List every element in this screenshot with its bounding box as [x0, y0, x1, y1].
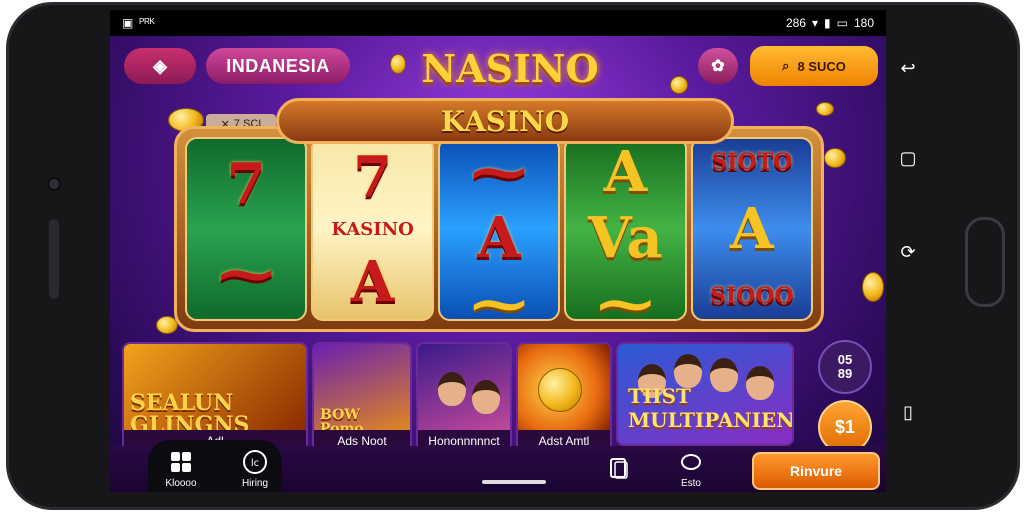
location-pin-icon: ◈ — [153, 55, 167, 76]
reel-2: 7 KASINO A — [311, 137, 434, 321]
reel-1: 7 ⁓ — [185, 137, 308, 321]
nav-label: Hiring — [241, 478, 269, 489]
chat-icon: lc — [242, 449, 268, 475]
reel-symbol: A — [477, 205, 521, 271]
status-bar: ▣ ᴾᴿᴷ 286 ▾ ▮ ▭ 180 — [110, 10, 886, 36]
nav-label: Esto — [680, 478, 701, 489]
rotate-icon[interactable]: ⟳ — [896, 240, 920, 264]
coin-decoration — [538, 368, 582, 412]
reel-4: A Va ⁓ — [564, 137, 687, 321]
signal-icon: ▮ — [824, 16, 831, 30]
side-speaker — [49, 219, 59, 299]
wifi-icon: ▾ — [811, 16, 819, 30]
dice-badge[interactable]: 05 89 — [818, 340, 872, 394]
users-icon: ✿ — [711, 58, 725, 75]
reel-symbol: 7 — [226, 151, 266, 217]
game-card[interactable]: Hononnnnnct — [416, 342, 512, 454]
nav-item-esto[interactable]: Esto — [656, 446, 726, 492]
app-screen: ▣ ᴾᴿᴷ 286 ▾ ▮ ▭ 180 ◈ INDANESIA NASINO ✿… — [110, 10, 886, 492]
coin-decoration — [670, 76, 688, 94]
game-card[interactable]: BOW Pomo Ads Noot — [312, 342, 412, 454]
home-indicator[interactable] — [482, 480, 546, 484]
reel-symbol: SIOOO — [709, 282, 794, 309]
coin-decoration — [862, 272, 884, 302]
recents-icon[interactable]: ▢ — [896, 146, 920, 170]
camera-lens — [47, 177, 61, 191]
reel-symbol: A — [730, 195, 774, 262]
coin-decoration — [816, 102, 834, 116]
coin-decoration — [390, 54, 406, 74]
grid-icon — [168, 449, 194, 475]
game-title: TIIST MULTIPANIEN — [628, 384, 794, 432]
character-portrait — [674, 354, 702, 388]
reel-symbol: KASINO — [331, 218, 414, 240]
brand-logo: NASINO — [421, 46, 599, 91]
reel-symbol: ⁓ — [597, 271, 654, 321]
search-label: 8 SUCO — [797, 58, 846, 74]
reel-symbol: ⁓ — [471, 271, 528, 321]
reel-5: SIOTO A SIOOO — [690, 137, 814, 321]
reel-symbol: A — [350, 248, 395, 315]
profile-button[interactable]: ✿ — [698, 48, 738, 84]
cta-button[interactable]: Rinvure — [752, 452, 880, 490]
side-badges: 05 89 $1 — [812, 340, 882, 460]
location-button[interactable]: ◈ — [124, 48, 196, 84]
character-portrait — [438, 372, 466, 406]
reel-symbol: ⁓ — [471, 139, 528, 205]
back-icon[interactable]: ↩ — [896, 56, 920, 80]
overview-icon[interactable]: ▯ — [896, 400, 920, 424]
top-bar: ◈ INDANESIA NASINO ✿ ⌕ 8 SUCO — [110, 40, 886, 91]
region-button[interactable]: INDANESIA — [206, 48, 350, 84]
badge-number-top: 05 — [837, 351, 853, 367]
battery-icon: ▭ — [836, 16, 848, 30]
nav-item-lobby[interactable]: Kloooo — [146, 446, 216, 492]
reel-symbol: Va — [588, 205, 663, 271]
game-card[interactable]: Adst Amtl — [516, 342, 612, 454]
cards-icon — [606, 455, 632, 481]
badge-number-bottom: 89 — [837, 366, 853, 381]
reel-symbol: ⁓ — [218, 241, 275, 307]
character-portrait — [472, 380, 500, 414]
status-left-text: ᴾᴿᴷ — [139, 16, 155, 30]
game-card[interactable]: TIIST MULTIPANIEN — [616, 342, 794, 446]
nav-label: Kloooo — [165, 478, 197, 489]
reel-symbol: SIOTO — [711, 149, 793, 176]
game-carousel: SEALUN GLINGNS Adl BOW Pomo Ads Noot Hon… — [122, 342, 822, 454]
svg-text:lc: lc — [251, 458, 259, 469]
search-icon: ⌕ — [782, 58, 790, 73]
nav-item-hiring[interactable]: lc Hiring — [220, 446, 290, 492]
status-right-text: 286 — [785, 16, 806, 30]
system-nav: ↩ ▢ ⟳ ▯ — [890, 40, 926, 440]
game-card[interactable]: SEALUN GLINGNS Adl — [122, 342, 308, 454]
reel-symbol: A — [603, 139, 648, 205]
reel-3: ⁓ A ⁓ — [437, 137, 561, 321]
kasino-banner: KASINO — [276, 98, 734, 144]
reel-symbol: 7 — [353, 143, 393, 210]
battery-text: 180 — [853, 16, 874, 30]
notification-icon: ▣ — [122, 16, 134, 30]
nav-item-cards[interactable] — [584, 446, 654, 492]
hardware-home-key[interactable] — [965, 217, 1005, 307]
slot-reels[interactable]: 7 ⁓ 7 KASINO A ⁓ A ⁓ A Va ⁓ SIOTO A SIOO… — [174, 126, 824, 332]
coin-decoration — [824, 148, 846, 168]
search-button[interactable]: ⌕ 8 SUCO — [750, 46, 878, 86]
circle-icon — [678, 449, 704, 475]
